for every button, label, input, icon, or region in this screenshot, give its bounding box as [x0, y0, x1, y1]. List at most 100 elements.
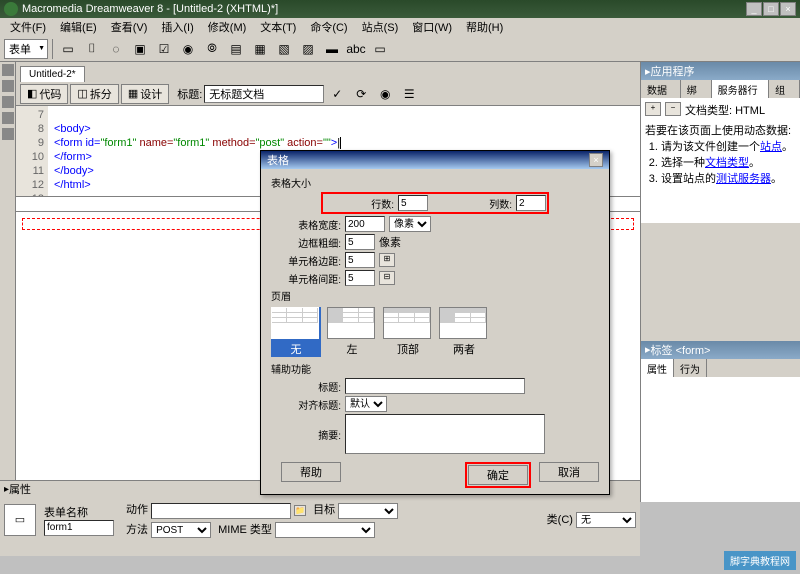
menu-help[interactable]: 帮助(H)	[460, 18, 509, 36]
width-input[interactable]	[345, 216, 385, 232]
tool-icon[interactable]	[2, 80, 14, 92]
menubar: 文件(F) 编辑(E) 查看(V) 插入(I) 修改(M) 文本(T) 命令(C…	[0, 18, 800, 36]
jump-icon[interactable]: ▦	[249, 38, 271, 60]
label-icon[interactable]: abc	[345, 38, 367, 60]
maximize-button[interactable]: □	[763, 2, 779, 16]
dialog-close-button[interactable]: ×	[589, 153, 603, 167]
panel-tag-header[interactable]: ▸ 标签 <form>	[641, 341, 800, 359]
form-name-input[interactable]	[44, 520, 114, 536]
cellspace-label: 单元格间距:	[271, 271, 341, 286]
menu-file[interactable]: 文件(F)	[4, 18, 52, 36]
width-unit-select[interactable]: 像素	[389, 216, 431, 232]
rows-label: 行数:	[324, 196, 394, 211]
site-link[interactable]: 站点	[760, 141, 782, 153]
ok-button[interactable]: 确定	[468, 465, 528, 485]
props-title[interactable]: 属性	[9, 481, 31, 497]
summary-textarea[interactable]	[345, 414, 545, 454]
dialog-titlebar[interactable]: 表格 ×	[261, 151, 609, 169]
doc-title-input[interactable]	[204, 85, 324, 103]
tab-components[interactable]: 组件	[769, 80, 800, 98]
menu-text[interactable]: 文本(T)	[254, 18, 302, 36]
view-code-button[interactable]: ◧代码	[20, 84, 68, 104]
radio-icon[interactable]: ◉	[177, 38, 199, 60]
tool-icon[interactable]	[2, 64, 14, 76]
testserver-link[interactable]: 测试服务器	[716, 173, 771, 185]
tool-icon[interactable]	[2, 112, 14, 124]
panel-app-header[interactable]: ▸ 应用程序	[641, 62, 800, 80]
button-icon[interactable]: ▬	[321, 38, 343, 60]
fieldset-icon[interactable]: ▭	[369, 38, 391, 60]
section-header: 页眉	[271, 288, 599, 303]
view-design-button[interactable]: ▦设计	[121, 84, 169, 104]
category-dropdown[interactable]: 表单	[4, 39, 48, 59]
hidden-icon[interactable]: ◌	[105, 38, 127, 60]
doc-tab[interactable]: Untitled-2*	[20, 66, 85, 82]
tool-icon[interactable]: ⟳	[350, 83, 372, 105]
menu-site[interactable]: 站点(S)	[356, 18, 405, 36]
tool-icon[interactable]	[2, 96, 14, 108]
tab-attributes[interactable]: 属性	[641, 359, 674, 377]
plus-icon[interactable]: +	[645, 102, 661, 116]
checkbox-icon[interactable]: ☑	[153, 38, 175, 60]
tool-icon[interactable]: ✓	[326, 83, 348, 105]
image-icon[interactable]: ▧	[273, 38, 295, 60]
left-toolbar	[0, 62, 16, 502]
tab-server-behaviors[interactable]: 服务器行为	[712, 80, 770, 98]
app-title: Macromedia Dreamweaver 8 - [Untitled-2 (…	[22, 3, 278, 15]
tab-bindings[interactable]: 绑定	[681, 80, 712, 98]
form-icon[interactable]: ▭	[57, 38, 79, 60]
tag-panel-body	[641, 377, 800, 502]
radiogroup-icon[interactable]: ⦾	[201, 38, 223, 60]
header-top-option[interactable]: 顶部	[383, 307, 433, 357]
menu-commands[interactable]: 命令(C)	[304, 18, 353, 36]
target-select[interactable]	[338, 503, 398, 519]
width-label: 表格宽度:	[271, 217, 341, 232]
header-both-option[interactable]: 两者	[439, 307, 489, 357]
tab-database[interactable]: 数据库	[641, 80, 681, 98]
folder-icon[interactable]: 📁	[294, 505, 306, 516]
mime-select[interactable]	[275, 522, 375, 538]
menu-edit[interactable]: 编辑(E)	[54, 18, 103, 36]
doctype-label: 文档类型: HTML	[685, 102, 765, 118]
help-button[interactable]: 帮助	[281, 462, 341, 482]
watermark: 脚字典教程网	[724, 551, 796, 570]
tool-icon[interactable]	[2, 128, 14, 140]
caption-input[interactable]	[345, 378, 525, 394]
method-select[interactable]: POST	[151, 522, 211, 538]
menu-view[interactable]: 查看(V)	[105, 18, 154, 36]
class-label: 类(C)	[547, 514, 573, 526]
textarea-icon[interactable]: ▣	[129, 38, 151, 60]
action-input[interactable]	[151, 503, 291, 519]
rows-input[interactable]	[398, 195, 428, 211]
tab-behaviors[interactable]: 行为	[674, 359, 707, 377]
menu-insert[interactable]: 插入(I)	[155, 18, 199, 36]
minus-icon[interactable]: −	[665, 102, 681, 116]
caption-label: 标题:	[271, 379, 341, 394]
file-icon[interactable]: ▨	[297, 38, 319, 60]
close-button[interactable]: ×	[780, 2, 796, 16]
border-input[interactable]	[345, 234, 375, 250]
tool-icon[interactable]: ☰	[398, 83, 420, 105]
action-label: 动作	[126, 504, 148, 516]
menu-window[interactable]: 窗口(W)	[406, 18, 458, 36]
list-icon[interactable]: ▤	[225, 38, 247, 60]
tool-icon[interactable]: ◉	[374, 83, 396, 105]
view-split-button[interactable]: ◫拆分	[70, 84, 118, 104]
header-left-option[interactable]: 左	[327, 307, 377, 357]
cellspace-icon: ⊟	[379, 271, 395, 285]
line-numbers: 78910111213	[16, 106, 48, 196]
minimize-button[interactable]: _	[746, 2, 762, 16]
menu-modify[interactable]: 修改(M)	[202, 18, 253, 36]
cellpad-input[interactable]	[345, 252, 375, 268]
class-select[interactable]: 无	[576, 512, 636, 528]
cancel-button[interactable]: 取消	[539, 462, 599, 482]
align-select[interactable]: 默认	[345, 396, 387, 412]
border-label: 边框粗细:	[271, 235, 341, 250]
header-none-option[interactable]: 无	[271, 307, 321, 357]
cellspace-input[interactable]	[345, 270, 375, 286]
cols-input[interactable]	[516, 195, 546, 211]
section-access: 辅助功能	[271, 361, 599, 376]
right-panels: ▸ 应用程序 数据库 绑定 服务器行为 组件 + − 文档类型: HTML 若要…	[640, 62, 800, 502]
textfield-icon[interactable]: ⌷	[81, 38, 103, 60]
doctype-link[interactable]: 文档类型	[705, 157, 749, 169]
